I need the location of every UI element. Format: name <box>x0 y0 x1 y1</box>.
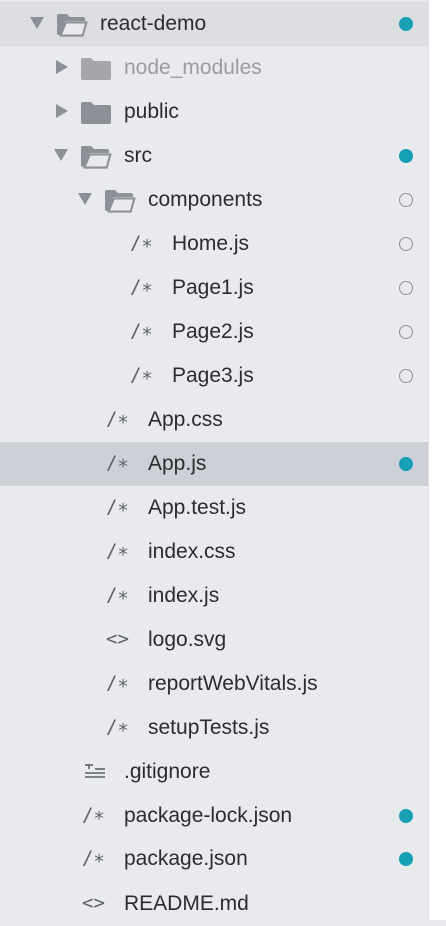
tree-item-label: App.js <box>148 452 207 475</box>
tree-item-label: index.css <box>148 540 236 563</box>
folder-open-icon <box>80 145 112 169</box>
tree-item-label: README.md <box>124 892 249 915</box>
tree-item-label: App.css <box>148 408 223 431</box>
git-modified-dot <box>399 457 413 471</box>
code-comment-icon: /∗ <box>106 408 129 430</box>
tree-item-label: Page1.js <box>172 276 254 299</box>
tree-item-page2-js[interactable]: /∗ Page2.js <box>0 310 428 354</box>
tree-item-report-web-vitals-js[interactable]: /∗ reportWebVitals.js <box>0 662 428 706</box>
chevron-down-icon[interactable] <box>54 149 68 161</box>
tree-item-label: .gitignore <box>124 760 211 783</box>
tree-item-home-js[interactable]: /∗ Home.js <box>0 222 428 266</box>
git-untracked-circle <box>399 237 413 251</box>
tree-item-app-js[interactable]: /∗ App.js <box>0 442 428 486</box>
git-modified-dot <box>399 852 413 866</box>
folder-icon <box>80 57 112 81</box>
chevron-right-icon[interactable] <box>56 104 68 118</box>
folder-icon <box>80 101 112 125</box>
tree-item-label: package.json <box>124 847 248 870</box>
tree-item-label: logo.svg <box>148 628 227 651</box>
tree-item-page3-js[interactable]: /∗ Page3.js <box>0 354 428 398</box>
tree-item-app-test-js[interactable]: /∗ App.test.js <box>0 486 428 530</box>
tree-item-page1-js[interactable]: /∗ Page1.js <box>0 266 428 310</box>
tree-item-label: Page2.js <box>172 320 254 343</box>
code-comment-icon: /∗ <box>82 804 105 826</box>
tree-item-logo-svg[interactable]: <> logo.svg <box>0 618 428 662</box>
tree-item-label: src <box>124 144 152 167</box>
file-tree: react-demo node_modules public src compo… <box>0 0 428 920</box>
tree-item-label: setupTests.js <box>148 716 270 739</box>
tree-item-label: components <box>148 188 263 211</box>
folder-open-icon <box>56 13 88 37</box>
tree-item-label: package-lock.json <box>124 804 293 827</box>
git-modified-dot <box>399 809 413 823</box>
code-comment-icon: /∗ <box>106 584 129 606</box>
code-comment-icon: /∗ <box>130 320 153 342</box>
code-comment-icon: /∗ <box>82 847 105 869</box>
text-lines-icon <box>82 756 112 786</box>
tree-item-label: react-demo <box>100 12 207 35</box>
tree-item-gitignore[interactable]: .gitignore <box>0 750 428 794</box>
git-modified-dot <box>399 17 413 31</box>
git-untracked-circle <box>399 193 413 207</box>
code-comment-icon: /∗ <box>106 496 129 518</box>
code-comment-icon: /∗ <box>106 716 129 738</box>
markup-brackets-icon: <> <box>82 892 105 914</box>
code-comment-icon: /∗ <box>130 364 153 386</box>
git-untracked-circle <box>399 325 413 339</box>
tree-item-label: index.js <box>148 584 220 607</box>
code-comment-icon: /∗ <box>130 232 153 254</box>
code-comment-icon: /∗ <box>130 276 153 298</box>
tree-item-label: Home.js <box>172 232 250 255</box>
folder-open-icon <box>104 189 136 213</box>
tree-item-react-demo[interactable]: react-demo <box>0 2 428 46</box>
tree-item-src[interactable]: src <box>0 134 428 178</box>
code-comment-icon: /∗ <box>106 672 129 694</box>
markup-brackets-icon: <> <box>106 628 129 650</box>
tree-item-node-modules[interactable]: node_modules <box>0 46 428 90</box>
tree-item-readme-md[interactable]: <> README.md <box>0 882 428 926</box>
chevron-down-icon[interactable] <box>78 193 92 205</box>
git-untracked-circle <box>399 369 413 383</box>
tree-item-label: node_modules <box>124 56 262 79</box>
code-comment-icon: /∗ <box>106 540 129 562</box>
code-comment-icon: /∗ <box>106 452 129 474</box>
tree-item-app-css[interactable]: /∗ App.css <box>0 398 428 442</box>
tree-item-index-js[interactable]: /∗ index.js <box>0 574 428 618</box>
tree-item-setup-tests-js[interactable]: /∗ setupTests.js <box>0 706 428 750</box>
tree-item-package-json[interactable]: /∗ package.json <box>0 837 428 881</box>
scrollbar-track[interactable] <box>428 0 446 920</box>
tree-item-public[interactable]: public <box>0 90 428 134</box>
tree-item-label: Page3.js <box>172 364 254 387</box>
chevron-right-icon[interactable] <box>56 60 68 74</box>
tree-item-package-lock-json[interactable]: /∗ package-lock.json <box>0 794 428 838</box>
chevron-down-icon[interactable] <box>30 17 44 29</box>
tree-item-label: App.test.js <box>148 496 247 519</box>
git-modified-dot <box>399 149 413 163</box>
tree-item-label: public <box>124 100 179 123</box>
tree-item-index-css[interactable]: /∗ index.css <box>0 530 428 574</box>
tree-item-label: reportWebVitals.js <box>148 672 318 695</box>
git-untracked-circle <box>399 281 413 295</box>
tree-item-components[interactable]: components <box>0 178 428 222</box>
